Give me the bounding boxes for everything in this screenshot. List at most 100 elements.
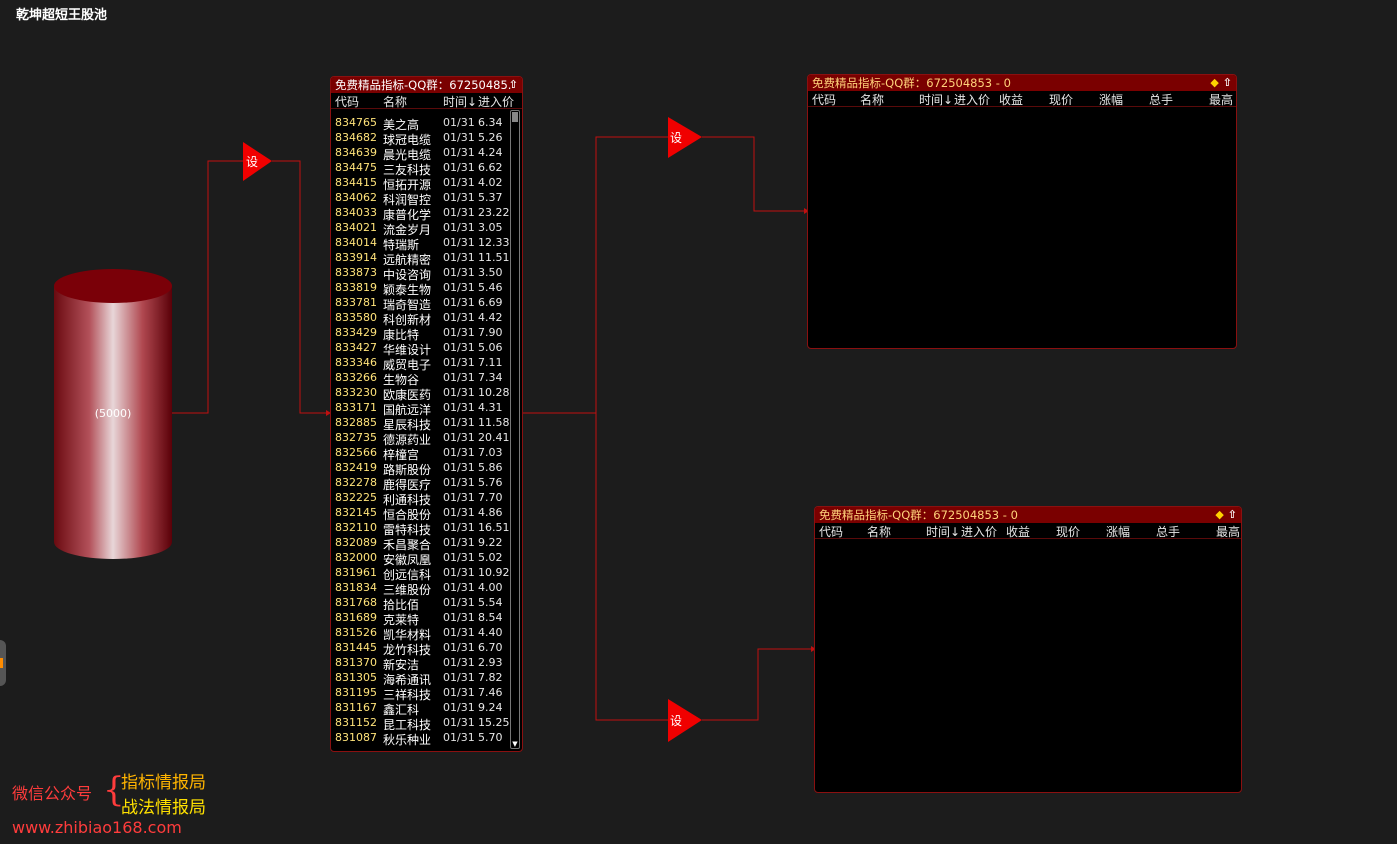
promo-line-1: 指标情报局 [121, 773, 206, 793]
col-header[interactable]: 代码 [819, 523, 843, 540]
cell-price: 6.34 [478, 116, 503, 129]
handle-grip-icon [0, 658, 3, 668]
scroll-down-icon[interactable]: ▼ [511, 740, 519, 748]
cell-price: 15.25 [478, 716, 510, 729]
cell-time: 01/31 [443, 566, 475, 579]
main-panel-scrollbar[interactable]: ▼ [510, 110, 520, 749]
cell-time: 01/31 [443, 236, 475, 249]
cell-code: 832145 [335, 506, 377, 519]
col-header[interactable]: 总手 [1149, 91, 1173, 108]
cell-time: 01/31 [443, 521, 475, 534]
cell-code: 834475 [335, 161, 377, 174]
side-panel-top-header: 代码 名称 时间↓ 进入价 收益 现价 涨幅 总手 最高 [808, 91, 1236, 107]
cell-code: 832566 [335, 446, 377, 459]
cell-code: 833266 [335, 371, 377, 384]
cell-code: 831195 [335, 686, 377, 699]
cell-code: 833429 [335, 326, 377, 339]
cell-code: 833427 [335, 341, 377, 354]
cell-time: 01/31 [443, 266, 475, 279]
cell-price: 6.69 [478, 296, 503, 309]
side-panel-bottom-title: 免费精品指标-QQ群：672504853 - 0 ◆ ⇧ [815, 507, 1241, 523]
cell-code: 832735 [335, 431, 377, 444]
cell-code: 834033 [335, 206, 377, 219]
cell-code: 833781 [335, 296, 377, 309]
side-panel-bottom-header: 代码 名称 时间↓ 进入价 收益 现价 涨幅 总手 最高 [815, 523, 1241, 539]
main-panel-header: 代码 名称 时间↓ 进入价 [331, 93, 522, 109]
col-header[interactable]: 涨幅 [1106, 523, 1130, 540]
col-header[interactable]: 名称 [860, 91, 884, 108]
cell-code: 833914 [335, 251, 377, 264]
cell-price: 7.03 [478, 446, 503, 459]
col-time[interactable]: 时间↓ [443, 93, 477, 110]
cell-price: 10.28 [478, 386, 510, 399]
cell-price: 7.11 [478, 356, 503, 369]
cell-code: 833171 [335, 401, 377, 414]
website-url[interactable]: www.zhibiao168.com [12, 818, 182, 837]
side-handle[interactable] [0, 640, 6, 686]
col-header[interactable]: 总手 [1156, 523, 1180, 540]
cell-time: 01/31 [443, 356, 475, 369]
promo-line-2: 战法情报局 [121, 798, 206, 818]
pool-count-label: (5000) [94, 407, 132, 420]
diamond-icon[interactable]: ◆ [1210, 76, 1218, 89]
side-panel-top[interactable]: 免费精品指标-QQ群：672504853 - 0 ◆ ⇧ 代码 名称 时间↓ 进入价 收益… [807, 74, 1237, 349]
cell-price: 8.54 [478, 611, 503, 624]
col-header[interactable]: 收益 [1006, 523, 1030, 540]
cell-time: 01/31 [443, 296, 475, 309]
col-header[interactable]: 最高 [1209, 91, 1233, 108]
cell-code: 831834 [335, 581, 377, 594]
col-header[interactable]: 收益 [999, 91, 1023, 108]
cell-code: 833819 [335, 281, 377, 294]
cell-time: 01/31 [443, 701, 475, 714]
cell-price: 9.24 [478, 701, 503, 714]
scroll-thumb[interactable] [512, 112, 518, 122]
col-header[interactable]: 现价 [1056, 523, 1080, 540]
collapse-up-icon[interactable]: ⇧ [1223, 76, 1232, 89]
cell-time: 01/31 [443, 191, 475, 204]
col-header[interactable]: 进入价 [954, 91, 990, 108]
cell-time: 01/31 [443, 281, 475, 294]
cell-price: 7.34 [478, 371, 503, 384]
cell-time: 01/31 [443, 416, 475, 429]
cell-price: 3.05 [478, 221, 503, 234]
diamond-icon[interactable]: ◆ [1215, 508, 1223, 521]
col-header[interactable]: 涨幅 [1099, 91, 1123, 108]
col-price[interactable]: 进入价 [478, 93, 514, 110]
cell-time: 01/31 [443, 716, 475, 729]
cell-price: 5.37 [478, 191, 503, 204]
cell-code: 832089 [335, 536, 377, 549]
cell-time: 01/31 [443, 731, 475, 744]
cell-price: 5.70 [478, 731, 503, 744]
cell-time: 01/31 [443, 341, 475, 354]
cell-code: 833346 [335, 356, 377, 369]
cell-name: 秋乐种业 [383, 733, 432, 747]
cell-code: 832885 [335, 416, 377, 429]
cell-price: 12.33 [478, 236, 510, 249]
col-header[interactable]: 名称 [867, 523, 891, 540]
side-panel-bottom[interactable]: 免费精品指标-QQ群：672504853 - 0 ◆ ⇧ 代码 名称 时间↓ 进入价 收益… [814, 506, 1242, 793]
cell-time: 01/31 [443, 221, 475, 234]
col-header[interactable]: 代码 [812, 91, 836, 108]
cell-code: 831152 [335, 716, 377, 729]
cell-time: 01/31 [443, 251, 475, 264]
cell-code: 834014 [335, 236, 377, 249]
col-header[interactable]: 最高 [1216, 523, 1240, 540]
set-label-2: 设 [670, 131, 683, 145]
cell-price: 2.93 [478, 656, 503, 669]
col-header[interactable]: 时间↓ [919, 91, 953, 108]
cell-price: 3.50 [478, 266, 503, 279]
col-name[interactable]: 名称 [383, 93, 407, 110]
col-code[interactable]: 代码 [335, 93, 359, 110]
cell-code: 831305 [335, 671, 377, 684]
cell-price: 5.86 [478, 461, 503, 474]
cell-time: 01/31 [443, 131, 475, 144]
main-stock-panel[interactable]: 免费精品指标-QQ群：67250485. ⇧ 代码 名称 时间↓ 进入价 834… [330, 76, 523, 752]
cell-code: 834639 [335, 146, 377, 159]
col-header[interactable]: 进入价 [961, 523, 997, 540]
col-header[interactable]: 时间↓ [926, 523, 960, 540]
col-header[interactable]: 现价 [1049, 91, 1073, 108]
collapse-up-icon[interactable]: ⇧ [509, 78, 518, 91]
collapse-up-icon[interactable]: ⇧ [1228, 508, 1237, 521]
cell-price: 4.02 [478, 176, 503, 189]
cell-code: 831370 [335, 656, 377, 669]
